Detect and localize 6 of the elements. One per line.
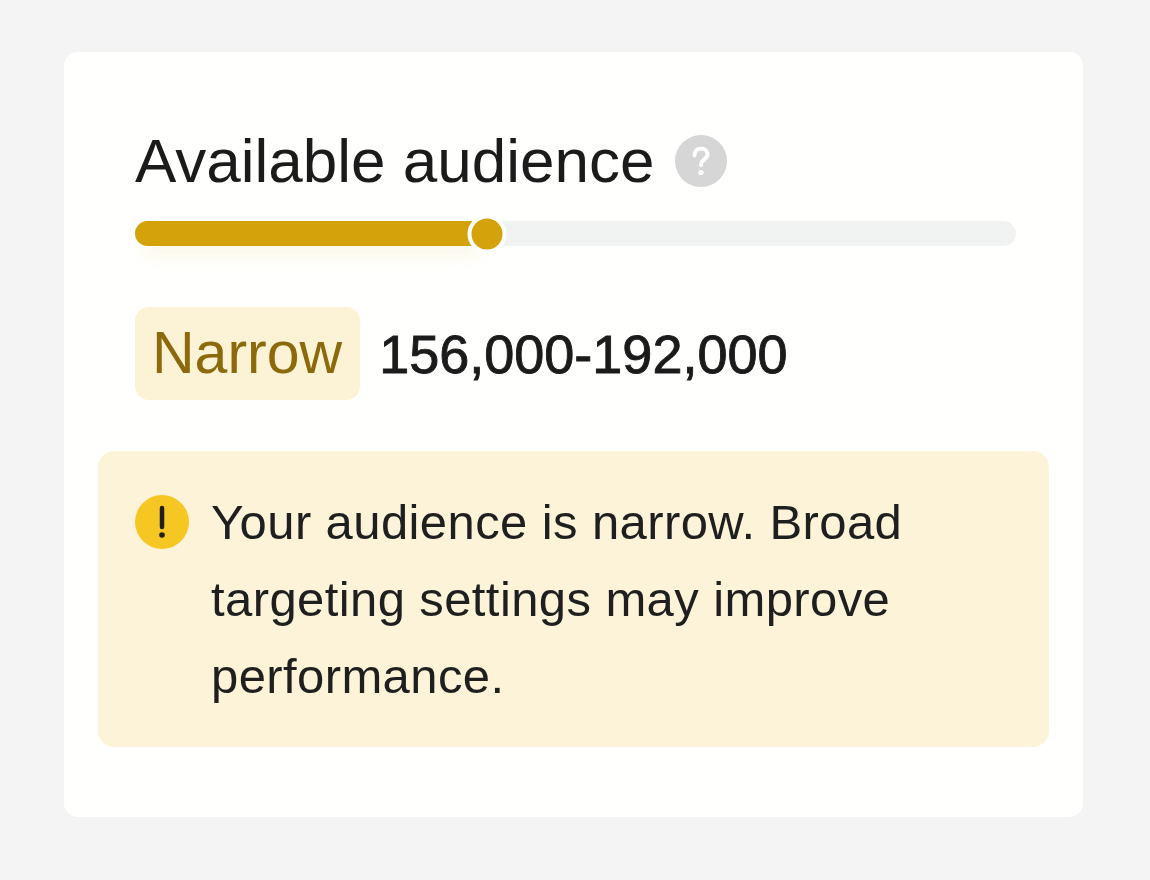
- help-icon[interactable]: [675, 135, 728, 187]
- audience-range: 156,000-192,000: [379, 322, 788, 385]
- card-title: Available audience: [135, 125, 655, 197]
- warning-icon: [135, 495, 189, 549]
- warning-message: Your audience is narrow. Broad targeting settings may improve performance.: [211, 494, 904, 705]
- audience-breadth-tag: Narrow: [135, 307, 361, 400]
